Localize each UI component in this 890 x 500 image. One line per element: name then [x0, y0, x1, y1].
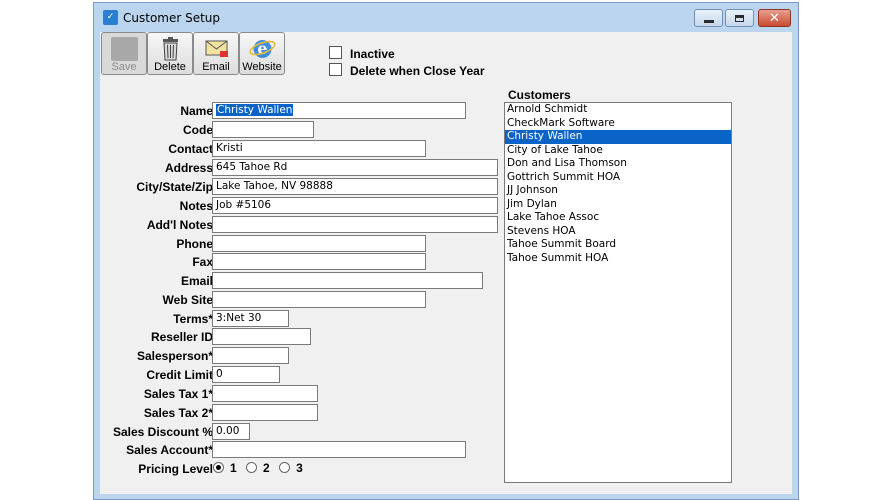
sales-tax-2-field[interactable]	[212, 404, 318, 421]
trash-can-icon	[163, 37, 178, 61]
contact-field[interactable]: Kristi	[212, 140, 426, 157]
email-label: Email	[180, 274, 213, 288]
app-icon: ✓	[103, 10, 118, 25]
title-bar[interactable]: ✓ Customer Setup ✕	[94, 3, 798, 32]
notes-field[interactable]: Job #5106	[212, 197, 498, 214]
save-button[interactable]: Save	[101, 32, 147, 75]
delete-close-year-option[interactable]: Delete when Close Year	[329, 63, 485, 78]
city-state-zip-field[interactable]: Lake Tahoe, NV 98888	[212, 178, 498, 195]
addl-notes-label: Add'l Notes	[146, 218, 213, 232]
website-label: Web Site	[162, 293, 213, 307]
credit-limit-field[interactable]: 0	[212, 366, 280, 383]
window-title: Customer Setup	[123, 11, 221, 25]
name-field[interactable]: Christy Wallen	[212, 102, 466, 119]
pricing-level-label: Pricing Level	[138, 462, 213, 476]
internet-explorer-icon: e	[249, 39, 276, 58]
list-item-selected[interactable]: Christy Wallen	[505, 130, 731, 144]
contact-label: Contact	[168, 142, 213, 156]
list-item[interactable]: City of Lake Tahoe	[505, 144, 731, 158]
list-item[interactable]: Lake Tahoe Assoc	[505, 211, 731, 225]
close-icon: ✕	[769, 10, 780, 26]
close-button[interactable]: ✕	[758, 9, 791, 27]
list-item[interactable]: Arnold Schmidt	[505, 103, 731, 117]
list-item[interactable]: Tahoe Summit HOA	[505, 252, 731, 266]
list-item[interactable]: Gottrich Summit HOA	[505, 171, 731, 185]
reseller-id-field[interactable]	[212, 328, 311, 345]
inactive-option[interactable]: Inactive	[329, 46, 395, 61]
inactive-label: Inactive	[350, 47, 395, 61]
save-icon	[111, 37, 138, 61]
customer-setup-window: ✓ Customer Setup ✕ Save Delete Email e W…	[93, 2, 799, 500]
name-value: Christy Wallen	[216, 104, 294, 116]
salesperson-field[interactable]	[212, 347, 289, 364]
pricing-level-2-radio[interactable]	[246, 462, 258, 473]
pricing-level-1-label: 1	[230, 461, 237, 475]
list-item[interactable]: Stevens HOA	[505, 225, 731, 239]
sales-account-field[interactable]	[212, 441, 466, 458]
maximize-button[interactable]	[725, 9, 754, 27]
website-button[interactable]: e Website	[239, 32, 285, 75]
sales-discount-label: Sales Discount %	[112, 425, 213, 439]
inactive-checkbox[interactable]	[329, 46, 342, 59]
city-state-zip-label: City/State/Zip	[136, 180, 213, 194]
maximize-icon	[735, 14, 744, 22]
email-button[interactable]: Email	[193, 32, 239, 75]
credit-limit-label: Credit Limit	[146, 368, 213, 382]
envelope-icon	[205, 40, 228, 57]
list-item[interactable]: Tahoe Summit Board	[505, 238, 731, 252]
pricing-level-2-label: 2	[263, 461, 270, 475]
address-label: Address	[164, 161, 213, 175]
delete-button[interactable]: Delete	[147, 32, 193, 75]
fax-field[interactable]	[212, 253, 426, 270]
sales-account-label: Sales Account*	[126, 443, 213, 457]
list-item[interactable]: Jim Dylan	[505, 198, 731, 212]
form-area: Save Delete Email e Website Inactive Del…	[100, 32, 792, 494]
fax-label: Fax	[192, 255, 213, 269]
customers-list[interactable]: Arnold Schmidt CheckMark Software Christ…	[504, 102, 732, 483]
code-label: Code	[183, 123, 213, 137]
name-label: Name	[180, 104, 213, 118]
sales-tax-1-field[interactable]	[212, 385, 318, 402]
addl-notes-field[interactable]	[212, 216, 498, 233]
address-field[interactable]: 645 Tahoe Rd	[212, 159, 498, 176]
minimize-button[interactable]	[694, 9, 723, 27]
sales-discount-field[interactable]: 0.00	[212, 423, 250, 440]
list-item[interactable]: Don and Lisa Thomson	[505, 157, 731, 171]
sales-tax-1-label: Sales Tax 1*	[143, 387, 213, 401]
delete-close-year-label: Delete when Close Year	[350, 64, 485, 78]
delete-close-year-checkbox[interactable]	[329, 63, 342, 76]
pricing-level-group: 1 2 3	[213, 461, 309, 475]
list-item[interactable]: JJ Johnson	[505, 184, 731, 198]
pricing-level-1-radio[interactable]	[213, 462, 224, 473]
list-item[interactable]: CheckMark Software	[505, 117, 731, 131]
email-button-label: Email	[202, 61, 230, 73]
customers-list-title: Customers	[508, 88, 571, 102]
save-button-label: Save	[111, 61, 137, 73]
pricing-level-3-label: 3	[296, 461, 303, 475]
code-field[interactable]	[212, 121, 314, 138]
terms-label: Terms*	[173, 312, 213, 326]
website-field[interactable]	[212, 291, 426, 308]
phone-label: Phone	[176, 237, 213, 251]
sales-tax-2-label: Sales Tax 2*	[143, 406, 213, 420]
minimize-icon	[703, 19, 714, 23]
website-button-label: Website	[242, 61, 282, 73]
terms-field[interactable]: 3:Net 30	[212, 310, 289, 327]
salesperson-label: Salesperson*	[136, 349, 213, 363]
notes-label: Notes	[179, 199, 213, 213]
phone-field[interactable]	[212, 235, 426, 252]
reseller-id-label: Reseller ID	[150, 330, 213, 344]
delete-button-label: Delete	[154, 61, 186, 73]
pricing-level-3-radio[interactable]	[279, 462, 291, 473]
email-field[interactable]	[212, 272, 483, 289]
